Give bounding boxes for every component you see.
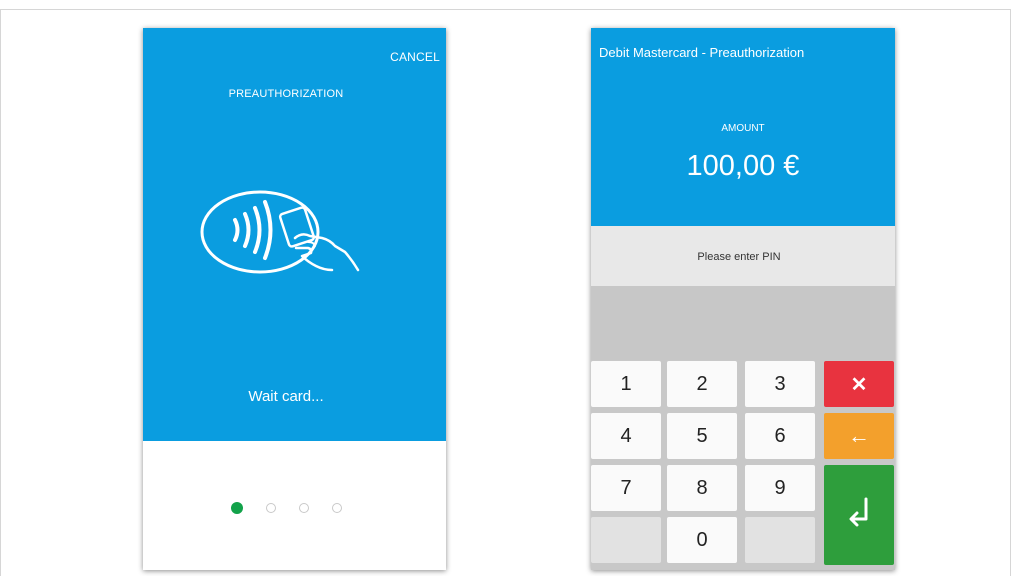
cancel-button[interactable]: CANCEL bbox=[390, 50, 440, 64]
enter-return-icon bbox=[847, 497, 871, 533]
key-8[interactable]: 8 bbox=[667, 465, 737, 511]
key-7[interactable]: 7 bbox=[591, 465, 661, 511]
key-3[interactable]: 3 bbox=[745, 361, 815, 407]
cancel-key[interactable]: ✕ bbox=[824, 361, 894, 407]
card-wait-screen: CANCEL PREAUTHORIZATION Wait card... bbox=[143, 28, 446, 570]
key-1[interactable]: 1 bbox=[591, 361, 661, 407]
status-text: Wait card... bbox=[248, 388, 324, 405]
key-4[interactable]: 4 bbox=[591, 413, 661, 459]
amount-label: AMOUNT bbox=[721, 123, 765, 134]
contactless-card-icon bbox=[198, 188, 378, 288]
page-dot-1[interactable] bbox=[230, 502, 243, 514]
key-9[interactable]: 9 bbox=[745, 465, 815, 511]
pin-display bbox=[591, 286, 895, 360]
pin-entry-screen: Debit Mastercard - Preauthorization AMOU… bbox=[591, 28, 895, 570]
key-blank-left bbox=[591, 517, 661, 563]
transaction-type-title: PREAUTHORIZATION bbox=[228, 88, 344, 100]
enter-key[interactable] bbox=[824, 465, 894, 565]
key-2[interactable]: 2 bbox=[667, 361, 737, 407]
key-0[interactable]: 0 bbox=[667, 517, 737, 563]
page-dot-3[interactable] bbox=[298, 503, 309, 513]
page-dot-2[interactable] bbox=[265, 503, 276, 513]
backspace-key[interactable]: ← bbox=[824, 413, 894, 459]
pin-prompt: Please enter PIN bbox=[697, 251, 781, 263]
page-indicator bbox=[143, 500, 429, 516]
key-blank-right bbox=[745, 517, 815, 563]
amount-value: 100,00 € bbox=[686, 150, 800, 182]
key-5[interactable]: 5 bbox=[667, 413, 737, 459]
key-6[interactable]: 6 bbox=[745, 413, 815, 459]
screen-title: Debit Mastercard - Preauthorization bbox=[599, 45, 805, 60]
page-dot-4[interactable] bbox=[331, 503, 342, 513]
